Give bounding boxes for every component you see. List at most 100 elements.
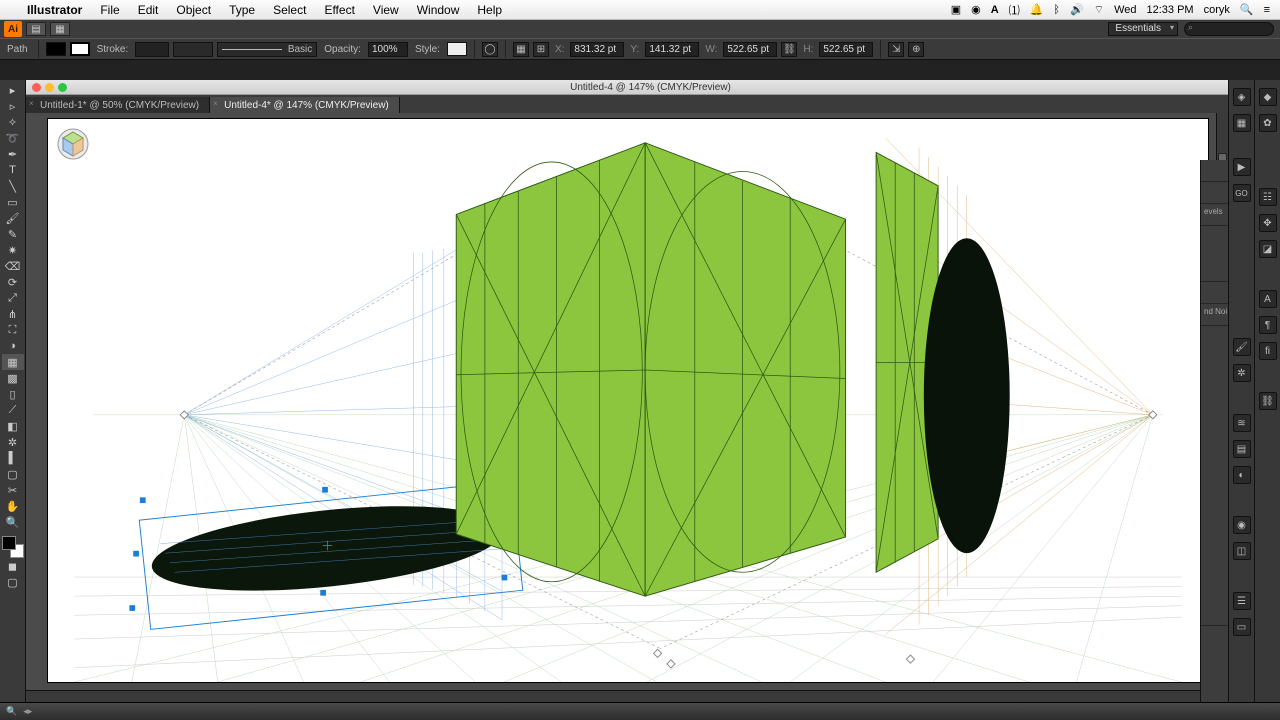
opentype-panel-icon[interactable]: ﬁ: [1259, 342, 1277, 360]
plane-switcher-widget[interactable]: [56, 127, 90, 161]
hand-tool[interactable]: ✋: [2, 498, 24, 514]
transparency-panel-icon[interactable]: ◐: [1233, 466, 1251, 484]
status-icon-notif[interactable]: ⑴: [1009, 2, 1020, 18]
kuler-panel-icon[interactable]: ✿: [1259, 114, 1277, 132]
play-panel-icon[interactable]: ▶: [1233, 158, 1251, 176]
color-guide-panel-icon[interactable]: ◆: [1259, 88, 1277, 106]
menu-window[interactable]: Window: [408, 3, 469, 17]
mesh-tool[interactable]: ▩: [2, 370, 24, 386]
panel-row[interactable]: evels: [1201, 204, 1228, 226]
user-name[interactable]: coryk: [1204, 4, 1230, 16]
paragraph-panel-icon[interactable]: ¶: [1259, 316, 1277, 334]
link-wh-icon[interactable]: ⛓: [781, 42, 797, 57]
brushes-panel-icon[interactable]: 🖌: [1233, 338, 1251, 356]
close-tab-icon[interactable]: ×: [213, 99, 218, 108]
panel-row[interactable]: [1201, 282, 1228, 304]
lasso-tool[interactable]: ➰: [2, 130, 24, 146]
doc-tab-1[interactable]: ×Untitled-1* @ 50% (CMYK/Preview): [26, 97, 210, 113]
recolor-button[interactable]: ◯: [482, 42, 498, 57]
gradient-panel-icon[interactable]: ▤: [1233, 440, 1251, 458]
panel-stack-cropped[interactable]: evels nd Noi: [1200, 160, 1228, 720]
w-field[interactable]: 522.65 pt: [723, 42, 777, 57]
menubar-app-name[interactable]: Illustrator: [18, 3, 91, 17]
go-panel-icon[interactable]: GO: [1233, 184, 1251, 202]
magic-wand-tool[interactable]: ✧: [2, 114, 24, 130]
slice-tool[interactable]: ✂: [2, 482, 24, 498]
selection-tool[interactable]: ▸: [2, 82, 24, 98]
x-field[interactable]: 831.32 pt: [570, 42, 624, 57]
appearance-panel-icon[interactable]: ◉: [1233, 516, 1251, 534]
width-tool[interactable]: ⋔: [2, 306, 24, 322]
clock-day[interactable]: Wed: [1114, 4, 1136, 16]
stroke-weight-field[interactable]: [135, 42, 169, 57]
artboards-panel-icon[interactable]: ▭: [1233, 618, 1251, 636]
fill-stroke-swatches[interactable]: [2, 536, 24, 558]
status-icon-bell[interactable]: 🔔: [1030, 3, 1044, 16]
stroke-swatch[interactable]: [70, 42, 90, 56]
y-field[interactable]: 141.32 pt: [645, 42, 699, 57]
panel-row[interactable]: [1201, 160, 1228, 182]
links-panel-icon[interactable]: ⛓: [1259, 392, 1277, 410]
opacity-field[interactable]: 100%: [368, 42, 408, 57]
bluetooth-icon[interactable]: ᛒ: [1053, 4, 1060, 16]
status-icon-1[interactable]: ▣: [951, 3, 961, 16]
artboard-tool[interactable]: ▢: [2, 466, 24, 482]
direct-select-tool[interactable]: ▹: [2, 98, 24, 114]
fill-color-chip[interactable]: [2, 536, 16, 550]
eyedropper-tool[interactable]: ⟋: [2, 402, 24, 418]
wifi-icon[interactable]: ⌔: [1094, 3, 1104, 17]
column-graph-tool[interactable]: ▌: [2, 450, 24, 466]
eraser-tool[interactable]: ⌫: [2, 258, 24, 274]
fill-swatch[interactable]: [46, 42, 66, 56]
line-tool[interactable]: ╲: [2, 178, 24, 194]
bridge-button[interactable]: ▤: [26, 22, 46, 36]
close-window-icon[interactable]: [32, 83, 41, 92]
vertical-ellipse[interactable]: [924, 238, 1010, 553]
volume-icon[interactable]: 🔊: [1070, 3, 1084, 16]
panel-row[interactable]: [1201, 326, 1228, 626]
h-field[interactable]: 522.65 pt: [819, 42, 873, 57]
close-tab-icon[interactable]: ×: [29, 99, 34, 108]
artboard[interactable]: [48, 119, 1208, 682]
transform-panel-icon[interactable]: ✥: [1259, 214, 1277, 232]
menu-extras-icon[interactable]: ≡: [1264, 4, 1270, 16]
menu-select[interactable]: Select: [264, 3, 315, 17]
menu-type[interactable]: Type: [220, 3, 264, 17]
status-scrub[interactable]: ◂▸: [23, 706, 32, 717]
shape-mode-1[interactable]: ⇲: [888, 42, 904, 57]
zoom-tool[interactable]: 🔍: [2, 514, 24, 530]
rectangle-tool[interactable]: ▭: [2, 194, 24, 210]
shape-mode-2[interactable]: ⊕: [908, 42, 924, 57]
graphic-styles-panel-icon[interactable]: ◫: [1233, 542, 1251, 560]
perspective-cube[interactable]: [456, 143, 845, 596]
blob-brush-tool[interactable]: ✷: [2, 242, 24, 258]
scale-tool[interactable]: ⤢: [2, 290, 24, 306]
brush-def-dropdown[interactable]: Basic: [217, 42, 317, 57]
vsp-dropdown[interactable]: [173, 42, 213, 57]
symbols-panel-icon[interactable]: ✲: [1233, 364, 1251, 382]
color-panel-icon[interactable]: ◈: [1233, 88, 1251, 106]
arrange-docs-button[interactable]: ▦: [50, 22, 70, 36]
gradient-tool[interactable]: ▯: [2, 386, 24, 402]
spotlight-icon[interactable]: 🔍: [1240, 3, 1254, 16]
stroke-panel-icon[interactable]: ≋: [1233, 414, 1251, 432]
status-icon-adobe[interactable]: A: [991, 4, 999, 16]
menu-effect[interactable]: Effect: [315, 3, 363, 17]
menu-help[interactable]: Help: [468, 3, 511, 17]
pen-tool[interactable]: ✒: [2, 146, 24, 162]
free-transform-tool[interactable]: ⛶: [2, 322, 24, 338]
minimize-window-icon[interactable]: [45, 83, 54, 92]
rotate-tool[interactable]: ⟳: [2, 274, 24, 290]
menu-file[interactable]: File: [91, 3, 128, 17]
help-search[interactable]: [1184, 22, 1274, 36]
workspace-switcher[interactable]: Essentials: [1108, 22, 1178, 36]
character-panel-icon[interactable]: A: [1259, 290, 1277, 308]
zoom-window-icon[interactable]: [58, 83, 67, 92]
blend-tool[interactable]: ◧: [2, 418, 24, 434]
pathfinder-panel-icon[interactable]: ◪: [1259, 240, 1277, 258]
menu-object[interactable]: Object: [167, 3, 220, 17]
color-mode-normal[interactable]: ◼: [2, 558, 24, 574]
perspective-grid-tool[interactable]: ▦: [2, 354, 24, 370]
align-button[interactable]: ▦: [513, 42, 529, 57]
pencil-tool[interactable]: ✎: [2, 226, 24, 242]
